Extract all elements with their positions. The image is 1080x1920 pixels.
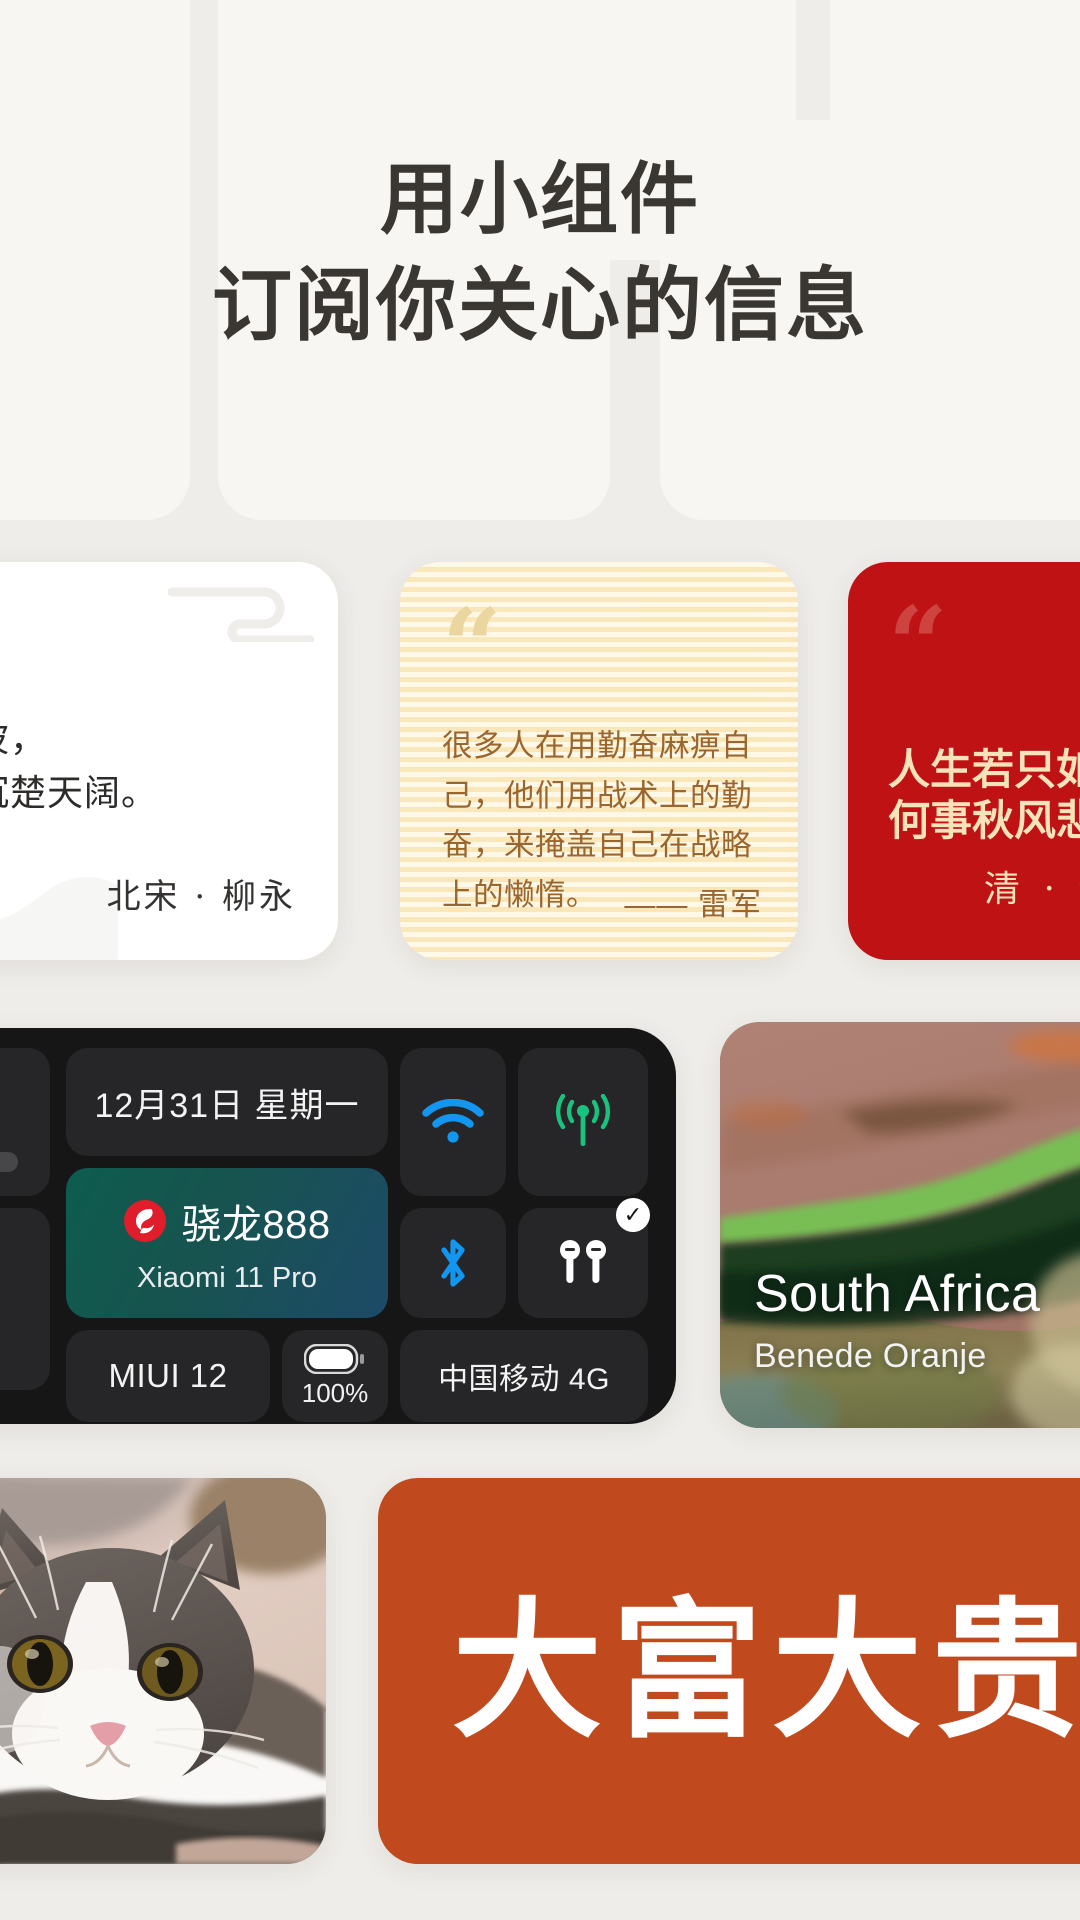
- fortune-text: 大富大贵: [452, 1583, 1080, 1759]
- poem-author: 北宋 · 柳永: [106, 877, 296, 917]
- headline-line-1: 用小组件: [379, 154, 700, 245]
- wifi-tile[interactable]: [400, 1048, 506, 1196]
- quote-red-line-1: 人生若只如初见，: [888, 745, 1080, 794]
- cellular-signal-icon: [555, 1094, 611, 1146]
- snapdragon-logo-icon: [124, 1199, 167, 1242]
- earbuds-connected-badge: ✓: [616, 1198, 650, 1232]
- poem-text: 念去去， 千里烟波， 暮霭沉沉楚天阔。: [0, 658, 298, 822]
- bluetooth-tile[interactable]: [400, 1208, 506, 1318]
- quote-red-line-2: 何事秋风悲画扇。: [888, 796, 1080, 846]
- poem-line-3: 暮霭沉沉楚天阔。: [0, 773, 159, 815]
- date-tile[interactable]: 12月31日 星期一: [66, 1048, 388, 1156]
- cat-photo: [0, 1478, 326, 1864]
- battery-full-icon: [304, 1343, 364, 1374]
- device-status-widget[interactable]: 储 存 小时 12月31日 星期一 骁龙888 Xiaomi 11 Pro MI…: [0, 1028, 676, 1424]
- quote-red-author: 清 · 纳兰性德: [984, 869, 1080, 910]
- page-headline: 用小组件 订阅你关心的信息: [0, 148, 1080, 358]
- poem-line-2: 千里烟波，: [0, 718, 48, 760]
- chipset-name: 骁龙888: [181, 1202, 331, 1247]
- bluetooth-icon: [441, 1239, 465, 1287]
- map-title: South Africa: [754, 1265, 1041, 1323]
- map-photo-widget[interactable]: South Africa Benede Oranje: [720, 1022, 1080, 1428]
- quote-mark-icon: “: [442, 585, 502, 708]
- quote-card-yellow[interactable]: “ 很多人在用勤奋麻痹自己，他们用战术上的勤奋，来掩盖自己在战略上的懒惰。 ——…: [400, 562, 798, 960]
- quote-yellow-author: —— 雷军: [624, 887, 762, 922]
- uptime-tile[interactable]: 小时: [0, 1208, 50, 1390]
- battery-tile[interactable]: 100%: [282, 1330, 388, 1422]
- cellular-tile[interactable]: [518, 1048, 648, 1196]
- mountain-watermark-icon: [0, 877, 118, 960]
- fortune-widget[interactable]: 大富大贵: [378, 1478, 1080, 1864]
- quote-card-red[interactable]: “ 人生若只如初见， 何事秋风悲画扇。 清 · 纳兰性德: [848, 562, 1080, 960]
- cat-photo-widget[interactable]: [0, 1478, 326, 1864]
- earbuds-tile[interactable]: ✓: [518, 1198, 650, 1318]
- poem-widget[interactable]: 念去去， 千里烟波， 暮霭沉沉楚天阔。 北宋 · 柳永: [0, 562, 338, 960]
- storage-progress-bar: [0, 1152, 18, 1172]
- poem-line-1: 念去去，: [0, 658, 298, 713]
- miui-version-tile[interactable]: MIUI 12: [66, 1330, 270, 1422]
- map-subtitle: Benede Oranje: [754, 1337, 987, 1375]
- headline-line-2: 订阅你关心的信息: [212, 257, 868, 352]
- date-tile-label: 12月31日 星期一: [94, 1086, 360, 1125]
- chipset-tile[interactable]: 骁龙888 Xiaomi 11 Pro: [66, 1168, 388, 1318]
- carrier-tile[interactable]: 中国移动 4G: [400, 1330, 648, 1422]
- wifi-icon: [422, 1099, 484, 1143]
- earbuds-icon: [560, 1240, 606, 1283]
- quote-red-text: 人生若只如初见， 何事秋风悲画扇。: [888, 744, 1080, 846]
- carrier-label: 中国移动 4G: [438, 1363, 610, 1396]
- quote-mark-icon: “: [888, 583, 948, 706]
- screen-root: 用小组件 订阅你关心的信息 念去去， 千里烟波， 暮霭沉沉楚天阔。 北宋 · 柳…: [0, 0, 1080, 1920]
- cloud-scroll-icon: [168, 587, 314, 642]
- miui-version-label: MIUI 12: [108, 1357, 228, 1394]
- battery-percent-label: 100%: [301, 1377, 369, 1408]
- chipset-model: Xiaomi 11 Pro: [137, 1261, 317, 1294]
- storage-tile[interactable]: 储 存: [0, 1048, 50, 1196]
- chipset-row: 骁龙888: [123, 1192, 330, 1250]
